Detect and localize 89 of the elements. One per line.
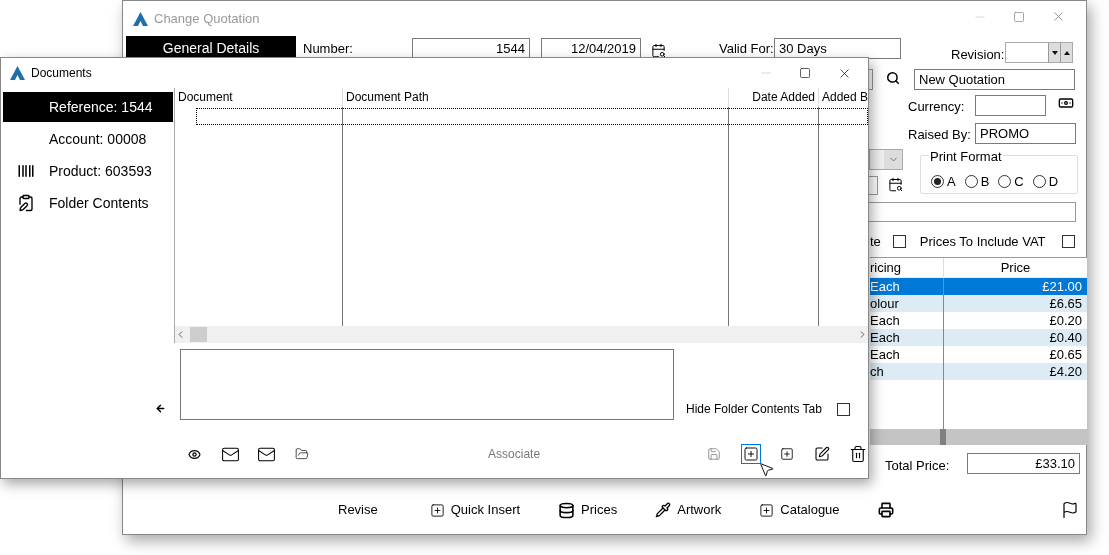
- table-cell: £4.20: [943, 363, 1087, 380]
- window-title: Change Quotation: [154, 10, 260, 28]
- radio-button[interactable]: B: [964, 172, 990, 192]
- down-arrow-icon[interactable]: [1051, 50, 1058, 55]
- description-field[interactable]: New Quotation: [914, 69, 1075, 90]
- clipboard-icon: [17, 194, 35, 212]
- radio-button[interactable]: D: [1032, 172, 1059, 192]
- plus-icon: [759, 502, 775, 518]
- eye-icon: [188, 447, 202, 461]
- save-icon: [706, 447, 721, 461]
- printer-icon: [877, 502, 894, 518]
- sidebar-item[interactable]: Account: 00008: [3, 124, 173, 154]
- field-label: Raised By:: [908, 126, 971, 144]
- logo-icon: [10, 66, 25, 80]
- table-row[interactable]: Each £0.40: [870, 329, 1087, 346]
- focus-row[interactable]: [196, 108, 868, 125]
- checkbox[interactable]: [892, 235, 906, 249]
- column-header: Date Added: [728, 88, 818, 107]
- calendar-icon[interactable]: [651, 43, 666, 58]
- calendar-icon[interactable]: [888, 177, 903, 192]
- scroll-thumb[interactable]: [190, 327, 207, 342]
- table-cell-text: Each: [870, 346, 901, 363]
- toolbar-button[interactable]: [848, 444, 868, 464]
- logo-icon: [133, 11, 148, 26]
- date-field[interactable]: 12/04/2019: [541, 38, 641, 59]
- field-label: Currency:: [908, 98, 965, 116]
- checkbox[interactable]: [836, 403, 850, 416]
- table-cell-text: Each: [870, 312, 901, 329]
- column-header: Added B: [818, 88, 868, 107]
- total-price-field: £33.10: [967, 453, 1080, 474]
- column-header: Document: [177, 89, 234, 106]
- valid-for-field[interactable]: 30 Days: [774, 38, 901, 59]
- column-header: ricing: [870, 259, 903, 277]
- horizontal-scrollbar[interactable]: [175, 326, 868, 343]
- trash-icon: [849, 445, 868, 463]
- dropdown-field[interactable]: [869, 69, 873, 90]
- tab[interactable]: General Details: [126, 36, 296, 60]
- dropdown-field[interactable]: [869, 149, 903, 170]
- table-cell-text: Each: [870, 329, 901, 346]
- radio-button[interactable]: C: [998, 172, 1024, 192]
- checkbox-label: Prices To Include VAT: [919, 233, 1046, 251]
- scroll-bar[interactable]: [870, 429, 1087, 445]
- plus-icon: [779, 447, 794, 461]
- toolbar-button[interactable]: Prices: [558, 499, 618, 521]
- notes-field[interactable]: [180, 349, 674, 420]
- maximize-icon[interactable]: [799, 67, 811, 79]
- checkbox-label: Hide Folder Contents Tab: [686, 401, 822, 418]
- database-icon: [558, 501, 576, 519]
- number-field[interactable]: 1544: [412, 38, 530, 59]
- table-cell-text: olour: [870, 295, 900, 312]
- checkbox[interactable]: [1061, 235, 1075, 249]
- text-field[interactable]: [869, 202, 1076, 222]
- pipette-icon: [655, 502, 672, 518]
- toolbar-button[interactable]: Catalogue: [759, 499, 840, 521]
- sidebar-item[interactable]: Folder Contents: [3, 188, 173, 218]
- currency-field[interactable]: [975, 95, 1046, 116]
- arrow-left-icon[interactable]: [155, 403, 166, 414]
- search-icon[interactable]: [886, 71, 900, 85]
- flag-icon[interactable]: [1061, 501, 1079, 519]
- field-label: Number:: [303, 40, 353, 58]
- toolbar-button[interactable]: [740, 444, 761, 464]
- column-header: Price: [943, 258, 1087, 277]
- raised-by-field[interactable]: PROMO: [975, 123, 1076, 144]
- checkbox-label: te: [870, 233, 881, 251]
- toolbar-button[interactable]: Quick Insert: [429, 499, 521, 521]
- plus-icon: [429, 502, 445, 518]
- table-row[interactable]: ch £4.20: [870, 363, 1087, 380]
- field-label: Revision:: [951, 46, 1005, 64]
- folder-icon: [295, 447, 310, 461]
- toolbar-button[interactable]: Revise: [338, 499, 378, 521]
- barcode-icon: [17, 162, 35, 180]
- field-label: Valid For:: [719, 40, 774, 58]
- table-cell-text: ch: [870, 363, 885, 380]
- date-field[interactable]: [869, 176, 878, 195]
- sidebar-item[interactable]: Reference: 1544: [3, 92, 173, 122]
- radio-button[interactable]: A: [931, 172, 956, 192]
- table-cell-text: Each: [870, 278, 901, 295]
- group-label: Print Format: [929, 149, 1003, 164]
- up-arrow-icon[interactable]: [1063, 50, 1070, 55]
- column-header: Document Path: [342, 88, 728, 107]
- plus-icon: [742, 446, 759, 462]
- money-icon[interactable]: [1058, 95, 1074, 111]
- edit-icon: [814, 446, 831, 462]
- window-title: Documents: [31, 65, 92, 82]
- table-row[interactable]: Each £21.00: [870, 278, 1087, 295]
- toolbar-button[interactable]: Artwork: [655, 499, 722, 521]
- field-label: Total Price:: [885, 457, 950, 475]
- sidebar-item[interactable]: Product: 603593: [3, 156, 173, 186]
- table-row[interactable]: olour £6.65: [870, 295, 1087, 312]
